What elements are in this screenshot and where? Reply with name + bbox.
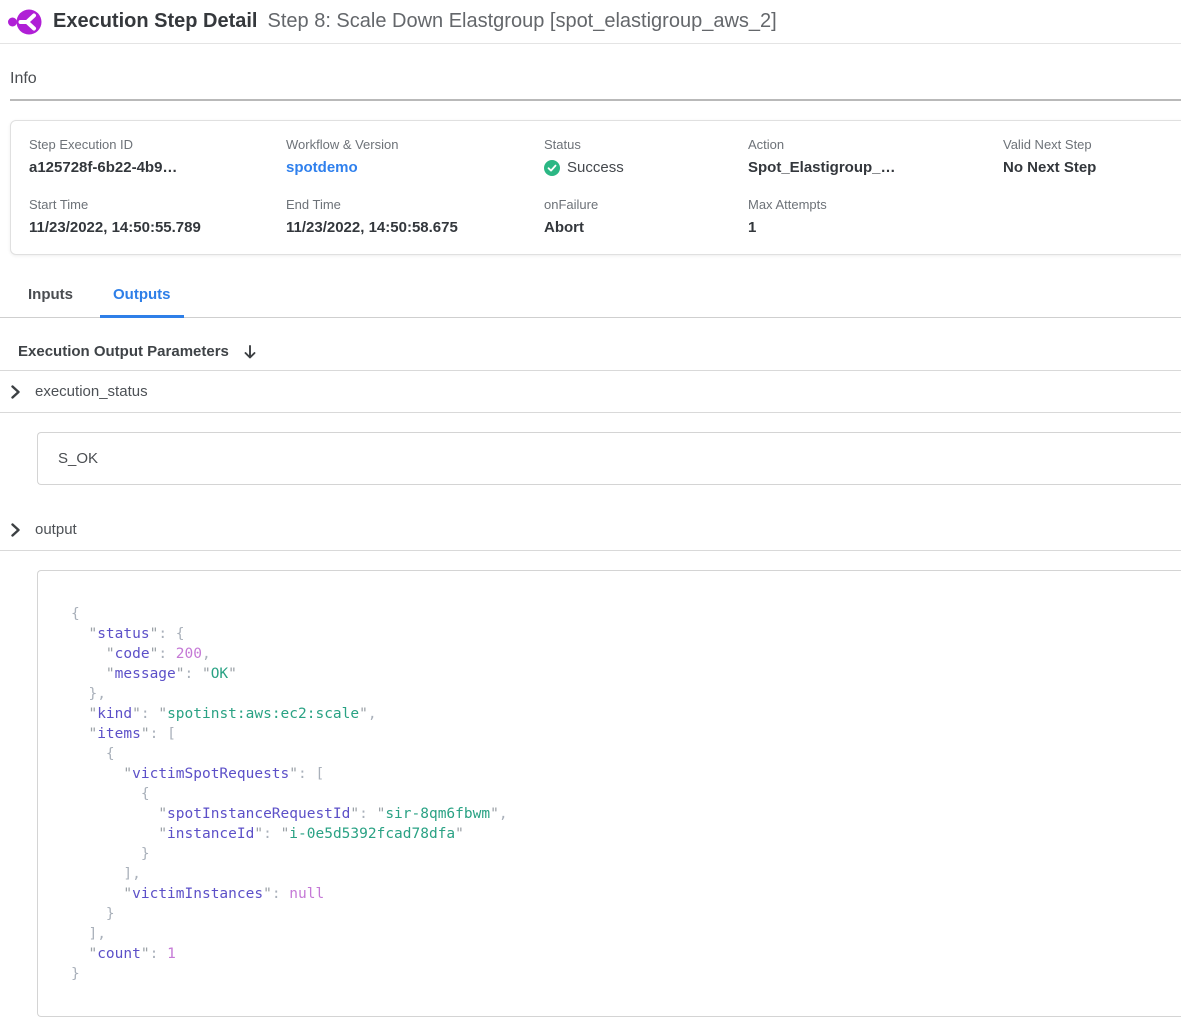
output-parameters-title: Execution Output Parameters — [18, 343, 229, 360]
field-value: a125728f-6b22-4b9… — [29, 159, 286, 176]
empty-cell — [1003, 197, 1181, 236]
info-divider — [10, 99, 1181, 101]
title-wrap: Execution Step Detail Step 8: Scale Down… — [53, 10, 777, 33]
status-badge: Success — [544, 159, 748, 176]
page-subtitle: Step 8: Scale Down Elastgroup [spot_elas… — [268, 10, 777, 33]
app-header: Execution Step Detail Step 8: Scale Down… — [0, 0, 1181, 44]
field-valid-next-step: Valid Next Step No Next Step — [1003, 137, 1181, 177]
field-value: 11/23/2022, 14:50:58.675 — [286, 219, 544, 236]
param-name: execution_status — [35, 383, 148, 400]
tab-inputs[interactable]: Inputs — [15, 276, 86, 318]
field-label: Max Attempts — [748, 197, 1003, 212]
field-max-attempts: Max Attempts 1 — [748, 197, 1003, 236]
info-section-label: Info — [10, 70, 1181, 99]
field-label: Status — [544, 137, 748, 152]
field-onfailure: onFailure Abort — [544, 197, 748, 236]
field-label: Action — [748, 137, 1003, 152]
field-label: Valid Next Step — [1003, 137, 1181, 152]
field-value: 11/23/2022, 14:50:55.789 — [29, 219, 286, 236]
workflow-link[interactable]: spotdemo — [286, 159, 358, 176]
field-value: No Next Step — [1003, 159, 1181, 176]
output-json-box: { "status": { "code": 200, "message": "O… — [37, 570, 1181, 1017]
output-parameters-header: Execution Output Parameters — [0, 343, 1181, 371]
chevron-right-icon — [10, 385, 21, 399]
field-step-execution-id: Step Execution ID a125728f-6b22-4b9… — [29, 137, 286, 177]
param-name: output — [35, 521, 77, 538]
field-action: Action Spot_Elastigroup_… — [748, 137, 1003, 177]
field-value: 1 — [748, 219, 1003, 236]
chevron-right-icon — [10, 523, 21, 537]
field-label: Start Time — [29, 197, 286, 212]
status-text: Success — [567, 159, 624, 176]
execution-status-value-box: S_OK — [37, 432, 1181, 485]
field-label: End Time — [286, 197, 544, 212]
page-title: Execution Step Detail — [53, 10, 258, 33]
info-grid: Step Execution ID a125728f-6b22-4b9… Wor… — [29, 137, 1181, 236]
field-label: Workflow & Version — [286, 137, 544, 152]
info-card: Step Execution ID a125728f-6b22-4b9… Wor… — [10, 120, 1181, 255]
tab-outputs[interactable]: Outputs — [100, 276, 184, 318]
output-json-code: { "status": { "code": 200, "message": "O… — [71, 604, 1171, 984]
field-label: Step Execution ID — [29, 137, 286, 152]
param-row-execution-status[interactable]: execution_status — [0, 371, 1181, 413]
field-value: Abort — [544, 219, 748, 236]
tab-bar: Inputs Outputs — [0, 276, 1181, 318]
field-start-time: Start Time 11/23/2022, 14:50:55.789 — [29, 197, 286, 236]
field-label: onFailure — [544, 197, 748, 212]
field-end-time: End Time 11/23/2022, 14:50:58.675 — [286, 197, 544, 236]
field-value: Spot_Elastigroup_… — [748, 159, 1003, 176]
field-status: Status Success — [544, 137, 748, 177]
success-check-icon — [544, 160, 560, 176]
param-row-output[interactable]: output — [0, 509, 1181, 551]
workflow-logo-icon — [8, 7, 42, 37]
down-arrow-icon[interactable] — [242, 344, 258, 360]
execution-status-value: S_OK — [58, 450, 98, 467]
field-workflow-version: Workflow & Version spotdemo — [286, 137, 544, 177]
